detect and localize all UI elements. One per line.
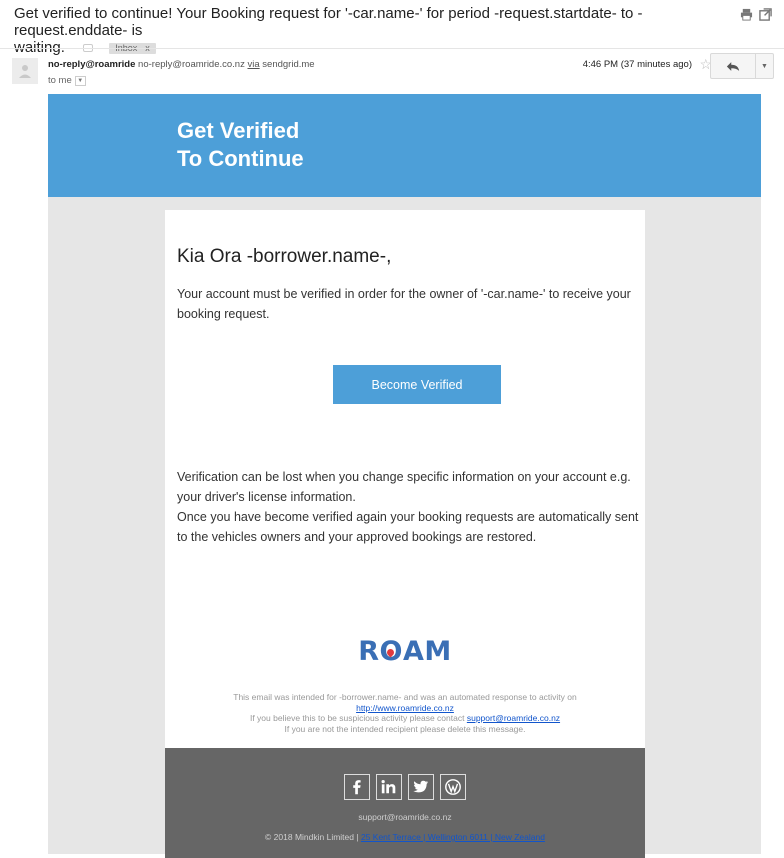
disclaimer-line-4: If you are not the intended recipient pl… bbox=[284, 723, 526, 734]
linkedin-icon[interactable] bbox=[376, 774, 402, 800]
hero-title: Get Verified To Continue bbox=[177, 117, 304, 173]
sender-avatar[interactable] bbox=[12, 58, 38, 84]
more-options-button[interactable]: ▼ bbox=[756, 53, 774, 79]
social-links bbox=[165, 774, 645, 800]
sender-info: no-reply@roamride no-reply@roamride.co.n… bbox=[48, 59, 315, 70]
roam-logo: ROAM bbox=[165, 636, 645, 667]
disclaimer-contact-text: If you believe this to be suspicious act… bbox=[249, 713, 465, 723]
website-link[interactable]: http://www.roamride.co.nz bbox=[356, 703, 454, 713]
subject-text: Get verified to continue! Your Booking r… bbox=[14, 5, 643, 39]
via-domain: sendgrid.me bbox=[262, 59, 315, 70]
roam-logo-text: ROAM bbox=[358, 636, 452, 667]
footer-support-email[interactable]: support@roamride.co.nz bbox=[165, 812, 645, 822]
footer-legal: © 2018 Mindkin Limited | 25 Kent Terrace… bbox=[165, 832, 645, 842]
logo-pin-letter: O bbox=[380, 636, 403, 667]
verification-paragraph-2: Once you have become verified again your… bbox=[177, 510, 639, 544]
reply-arrow-icon bbox=[726, 61, 740, 71]
twitter-icon[interactable] bbox=[408, 774, 434, 800]
thread-actions bbox=[740, 8, 772, 21]
via-link[interactable]: via bbox=[247, 59, 259, 70]
email-footer: support@roamride.co.nz © 2018 Mindkin Li… bbox=[165, 748, 645, 858]
verification-paragraph-1: Verification can be lost when you change… bbox=[177, 470, 631, 504]
facebook-icon[interactable] bbox=[344, 774, 370, 800]
show-details-dropdown-icon[interactable]: ▼ bbox=[74, 75, 86, 86]
verification-info: Verification can be lost when you change… bbox=[177, 467, 639, 547]
header-divider bbox=[0, 48, 784, 49]
intro-paragraph: Your account must be verified in order f… bbox=[177, 287, 631, 321]
reply-button[interactable] bbox=[710, 53, 756, 79]
recipient-line: to me ▼ bbox=[48, 75, 86, 86]
support-email-link[interactable]: support@roamride.co.nz bbox=[467, 713, 560, 723]
disclaimer-line-1: This email was intended for -borrower.na… bbox=[233, 692, 577, 702]
reply-controls: ▼ bbox=[710, 53, 774, 79]
message-timestamp: 4:46 PM (37 minutes ago) bbox=[582, 59, 692, 70]
recipient-text: to me bbox=[48, 75, 72, 86]
sender-email: no-reply@roamride.co.nz bbox=[138, 59, 245, 70]
footer-address-link[interactable]: 25 Kent Terrace | Wellington 6011 | New … bbox=[361, 832, 545, 842]
new-window-icon[interactable] bbox=[759, 8, 772, 21]
location-pin-icon bbox=[385, 647, 396, 657]
default-avatar-icon bbox=[19, 65, 31, 78]
hero-title-line-2: To Continue bbox=[177, 146, 304, 171]
message-card: Kia Ora -borrower.name-, Your account mu… bbox=[165, 210, 645, 748]
print-icon[interactable] bbox=[740, 8, 753, 21]
greeting: Kia Ora -borrower.name-, bbox=[177, 246, 392, 267]
sender-name[interactable]: no-reply@roamride bbox=[48, 59, 135, 70]
disclaimer: This email was intended for -borrower.na… bbox=[165, 692, 645, 734]
footer-copyright: © 2018 Mindkin Limited | bbox=[265, 832, 359, 842]
wordpress-icon[interactable] bbox=[440, 774, 466, 800]
hero-banner: Get Verified To Continue bbox=[48, 94, 761, 197]
email-content-frame: Get Verified To Continue Kia Ora -borrow… bbox=[48, 94, 761, 858]
hero-title-line-1: Get Verified bbox=[177, 118, 300, 143]
become-verified-button[interactable]: Become Verified bbox=[333, 365, 501, 404]
